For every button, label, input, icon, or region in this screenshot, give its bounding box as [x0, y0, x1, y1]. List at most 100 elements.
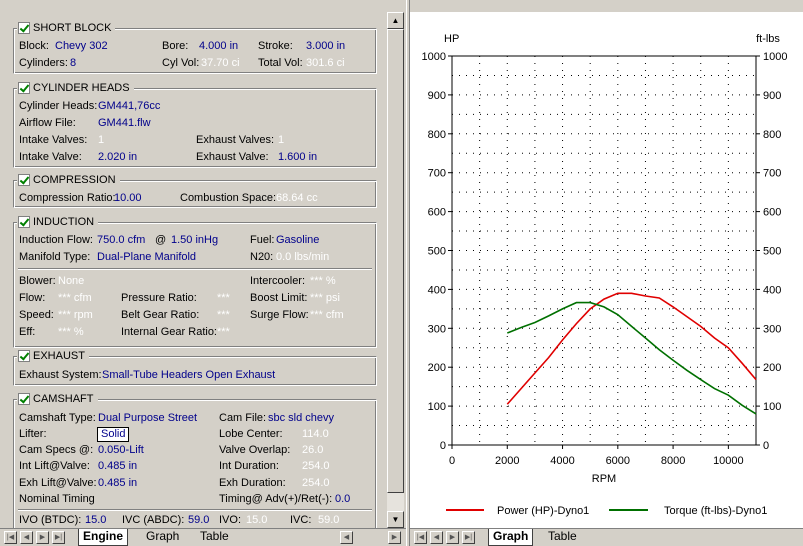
tab-table-right[interactable]: Table: [544, 529, 581, 546]
induction-flow-value[interactable]: 750.0 cfm: [97, 234, 145, 247]
torque-series-line: [507, 301, 757, 415]
timing-adv-value[interactable]: 0.0: [335, 493, 350, 506]
stroke-value[interactable]: 3.000 in: [306, 40, 345, 53]
airflow-label: Airflow File:: [19, 117, 76, 129]
induction-pressure-value[interactable]: 1.50 inHg: [171, 234, 218, 247]
legend-label-power: Power (HP)-Dyno1: [497, 505, 589, 517]
cam-file-label: Cam File:: [219, 412, 267, 424]
valve-overlap-label: Valve Overlap:: [219, 444, 291, 456]
at-label: @: [155, 234, 167, 246]
exh-lift-value[interactable]: 0.485 in: [98, 477, 137, 490]
intercooler-value: *** %: [310, 275, 336, 287]
x-tick-label: 4000: [550, 455, 574, 467]
prev-tab-icon-right[interactable]: ◀: [430, 531, 443, 544]
cam-specs-value[interactable]: 0.050-Lift: [98, 444, 144, 457]
y-tick-label-right: 600: [763, 207, 781, 219]
tab-graph[interactable]: Graph: [142, 529, 183, 546]
ivc-value: 59.0: [318, 514, 340, 526]
exhaust-valves-value: 1: [278, 134, 285, 146]
engine-spec-view: SHORT BLOCK Block: Chevy 302 Bore: 4.000…: [5, 12, 385, 528]
nominal-timing-label: Nominal Timing: [19, 493, 95, 505]
exhaust-valve-label: Exhaust Valve:: [196, 151, 269, 163]
prev-tab-icon[interactable]: ◀: [20, 531, 33, 544]
hscroll-left-icon[interactable]: ◀: [340, 531, 353, 544]
blower-flow-label: Flow:: [19, 292, 46, 304]
short-block-checkbox[interactable]: [18, 22, 30, 34]
block-value[interactable]: Chevy 302: [55, 40, 108, 53]
camshaft-type-value[interactable]: Dual Purpose Street: [98, 412, 197, 425]
bore-label: Bore:: [162, 40, 189, 52]
ivo-btdc-value[interactable]: 15.0: [85, 514, 106, 527]
cylinders-value[interactable]: 8: [70, 57, 76, 70]
first-tab-icon-right[interactable]: |◀: [414, 531, 427, 544]
exhaust-checkbox[interactable]: [18, 350, 30, 362]
induction-checkbox[interactable]: [18, 216, 30, 228]
next-tab-icon[interactable]: ▶: [36, 531, 49, 544]
y-tick-label-right: 700: [763, 168, 781, 180]
induction-group: INDUCTION Induction Flow: 750.0 cfm @ 1.…: [13, 215, 377, 348]
short-block-group: SHORT BLOCK Block: Chevy 302 Bore: 4.000…: [13, 21, 377, 74]
camshaft-title: CAMSHAFT: [33, 393, 94, 405]
speed-label: Speed:: [19, 309, 54, 321]
compression-ratio-label: Compression Ratio:: [19, 192, 116, 204]
cyl-vol-value: 37.70 ci: [201, 57, 240, 69]
camshaft-checkbox[interactable]: [18, 393, 30, 405]
internal-gear-ratio-label: Internal Gear Ratio:: [121, 326, 217, 338]
tab-graph-right[interactable]: Graph: [488, 529, 534, 546]
eff-value: *** %: [58, 326, 84, 338]
induction-title: INDUCTION: [33, 216, 95, 228]
vertical-scrollbar[interactable]: ▲ ▼: [387, 12, 404, 528]
speed-value: *** rpm: [58, 309, 93, 321]
next-tab-icon-right[interactable]: ▶: [446, 531, 459, 544]
tab-table[interactable]: Table: [196, 529, 233, 546]
y-tick-label-right: 300: [763, 323, 781, 335]
compression-checkbox[interactable]: [18, 174, 30, 186]
cylinder-heads-checkbox[interactable]: [18, 82, 30, 94]
y-tick-label-right: 100: [763, 401, 781, 413]
int-lift-value[interactable]: 0.485 in: [98, 460, 137, 473]
ivc-label: IVC:: [290, 514, 312, 526]
n20-label: N20:: [250, 251, 274, 263]
dyno-chart: 0 0100 100200 200300 300400 400500 500600 60070…: [422, 33, 788, 517]
intake-valve-value[interactable]: 2.020 in: [98, 151, 137, 164]
exhaust-valves-label: Exhaust Valves:: [196, 134, 275, 146]
scrollbar-thumb[interactable]: [387, 29, 404, 493]
x-tick-label: 0: [449, 455, 455, 467]
valve-overlap-value: 26.0: [302, 444, 324, 456]
fuel-value[interactable]: Gasoline: [276, 234, 319, 247]
int-lift-label: Int Lift@Valve:: [19, 460, 90, 472]
last-tab-icon-right[interactable]: ▶|: [462, 531, 475, 544]
pressure-ratio-value: ***: [217, 292, 230, 304]
hscroll-right-icon[interactable]: ▶: [388, 531, 401, 544]
y-axis-left-label: HP: [444, 33, 459, 45]
intake-valves-label: Intake Valves:: [19, 134, 88, 146]
exh-duration-label: Exh Duration:: [219, 477, 286, 489]
airflow-value[interactable]: GM441.flw: [98, 117, 151, 130]
exhaust-system-label: Exhaust System:: [19, 369, 102, 381]
tab-engine[interactable]: Engine: [78, 529, 129, 546]
compression-ratio-value[interactable]: 10.00: [114, 192, 142, 205]
y-tick-label-left: 100: [428, 401, 446, 413]
y-tick-label-left: 900: [428, 90, 446, 102]
lobe-center-value: 114.0: [302, 428, 329, 440]
y-tick-label-right: 500: [763, 246, 781, 258]
camshaft-type-label: Camshaft Type:: [19, 412, 96, 424]
exhaust-valve-value[interactable]: 1.600 in: [278, 151, 317, 164]
power-series-line: [506, 292, 757, 405]
camshaft-group: CAMSHAFT Camshaft Type: Dual Purpose Str…: [13, 392, 377, 528]
scroll-up-button[interactable]: ▲: [387, 12, 404, 29]
bore-value[interactable]: 4.000 in: [199, 40, 238, 53]
ivo-value: 15.0: [246, 514, 268, 526]
x-tick-label: 8000: [661, 455, 685, 467]
ivc-abdc-value[interactable]: 59.0: [188, 514, 209, 527]
lifter-value[interactable]: Solid: [97, 427, 130, 442]
cam-file-value[interactable]: sbc sld chevy: [268, 412, 334, 425]
exhaust-system-value[interactable]: Small-Tube Headers Open Exhaust: [102, 369, 275, 382]
last-tab-icon[interactable]: ▶|: [52, 531, 65, 544]
ivc-abdc-label: IVC (ABDC):: [122, 514, 185, 526]
manifold-type-value[interactable]: Dual-Plane Manifold: [97, 251, 196, 264]
exhaust-group: EXHAUST Exhaust System: Small-Tube Heade…: [13, 349, 377, 386]
heads-value[interactable]: GM441,76cc: [98, 100, 160, 113]
scroll-down-button[interactable]: ▼: [387, 511, 404, 528]
first-tab-icon[interactable]: |◀: [4, 531, 17, 544]
